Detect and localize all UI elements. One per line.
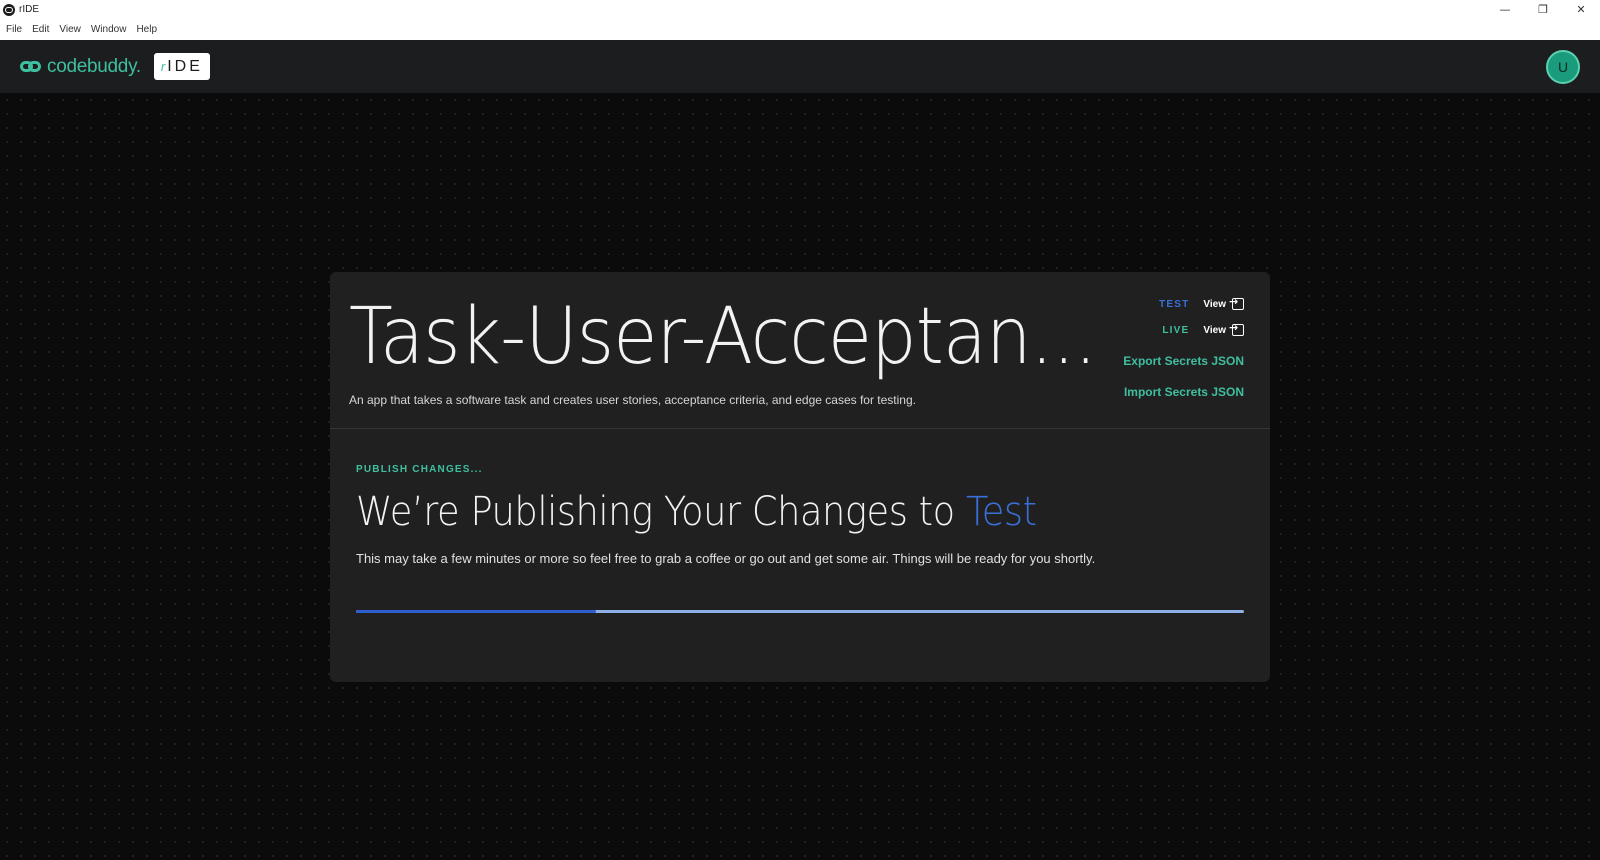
publish-progress-bar	[356, 610, 1244, 613]
window-controls: — ❐ ✕	[1486, 0, 1600, 19]
window-titlebar: rIDE — ❐ ✕	[0, 0, 1600, 19]
view-test-link[interactable]: View	[1203, 295, 1244, 310]
view-live-link[interactable]: View	[1203, 321, 1244, 336]
app-logo-icon	[3, 3, 15, 16]
export-secrets-link[interactable]: Export Secrets JSON	[1123, 354, 1244, 368]
menu-edit[interactable]: Edit	[32, 24, 49, 35]
minimize-icon[interactable]: —	[1486, 0, 1524, 19]
view-live-label: View	[1203, 324, 1226, 336]
app-card: Task-User-Acceptan... An app that takes …	[330, 272, 1270, 682]
env-label-live: LIVE	[1162, 324, 1190, 336]
env-row-test: TEST View	[1159, 295, 1244, 310]
ride-badge: r IDE	[153, 53, 210, 80]
ride-badge-text: IDE	[167, 57, 203, 75]
menu-help[interactable]: Help	[136, 24, 157, 35]
env-row-live: LIVE View	[1162, 321, 1244, 336]
menu-window[interactable]: Window	[91, 24, 127, 35]
app-header: codebuddy. r IDE U	[0, 40, 1600, 93]
publish-kicker: PUBLISH CHANGES...	[356, 464, 483, 475]
menu-file[interactable]: File	[6, 24, 22, 35]
publish-subtext: This may take a few minutes or more so f…	[356, 551, 1096, 566]
open-external-icon	[1229, 295, 1244, 310]
publish-progress-fill	[356, 610, 596, 613]
restore-icon[interactable]: ❐	[1524, 0, 1562, 19]
window-title: rIDE	[19, 4, 39, 15]
import-secrets-link[interactable]: Import Secrets JSON	[1124, 385, 1244, 399]
brand-logo[interactable]: codebuddy.	[20, 56, 141, 78]
env-label-test: TEST	[1159, 298, 1190, 310]
menu-bar: File Edit View Window Help	[0, 19, 1600, 40]
publish-heading: We’re Publishing Your Changes to Test	[356, 489, 1037, 535]
menu-view[interactable]: View	[59, 24, 81, 35]
open-external-icon	[1229, 321, 1244, 336]
brand-name: codebuddy.	[47, 55, 141, 77]
publish-heading-text: We’re Publishing Your Changes to	[356, 489, 955, 535]
view-test-label: View	[1203, 298, 1226, 310]
app-card-header: Task-User-Acceptan... An app that takes …	[330, 272, 1270, 429]
codebuddy-logo-icon	[20, 58, 42, 76]
ride-badge-r: r	[160, 59, 166, 74]
user-avatar[interactable]: U	[1546, 50, 1580, 84]
app-title: Task-User-Acceptan...	[349, 292, 1097, 382]
app-description: An app that takes a software task and cr…	[349, 393, 916, 407]
close-icon[interactable]: ✕	[1562, 0, 1600, 19]
publish-heading-env: Test	[965, 489, 1037, 535]
